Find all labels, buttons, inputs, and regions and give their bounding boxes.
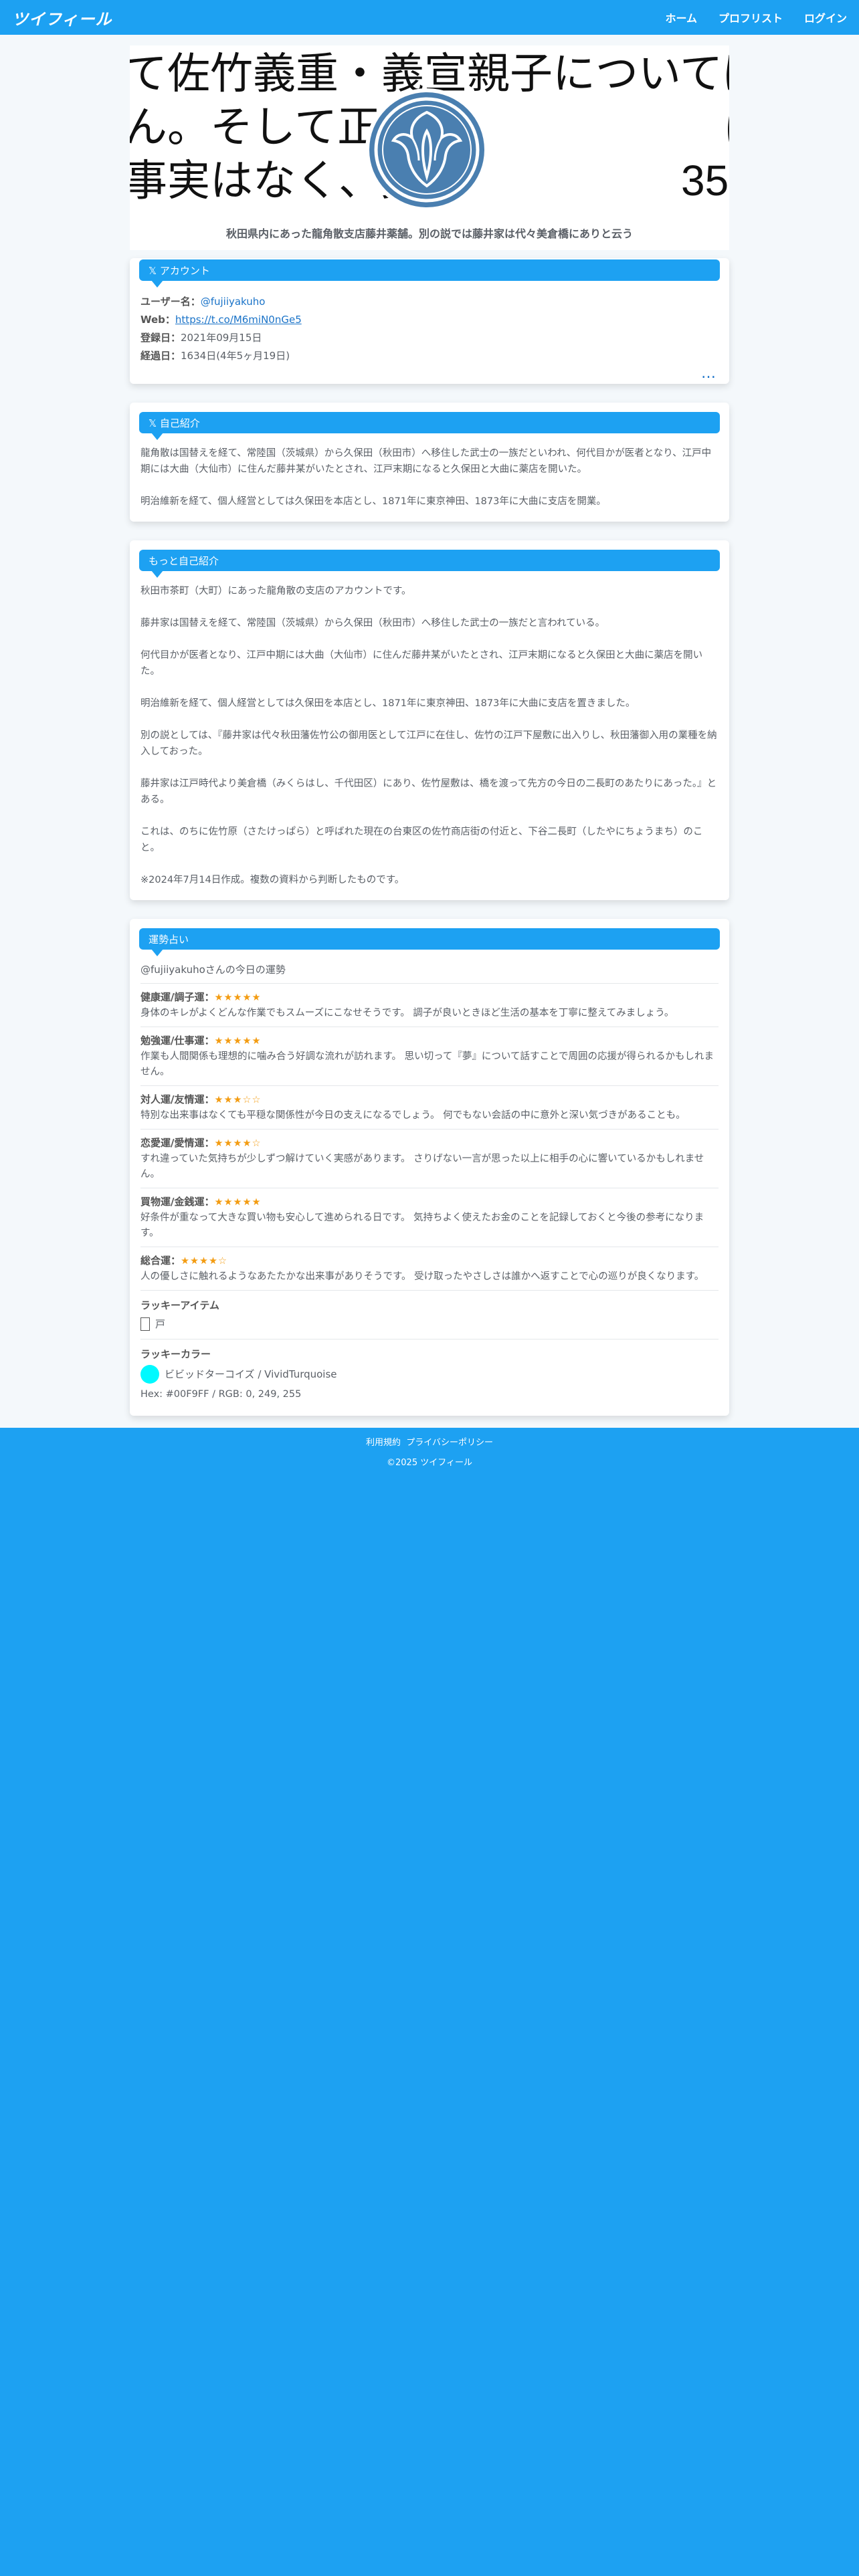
account-row-registered: 登録日：2021年09月15日	[140, 329, 719, 347]
fortune-desc: すれ違っていた気持ちが少しずつ解けていく実感があります。 さりげない一言が思った…	[140, 1154, 704, 1180]
lucky-color-name: ビビッドターコイズ / VividTurquoise	[165, 1368, 337, 1380]
nav-login-label: ログイン	[803, 12, 847, 25]
fortune-love: 恋愛運/愛情運：★★★★☆ すれ違っていた気持ちが少しずつ解けていく実感がありま…	[140, 1130, 719, 1188]
account-section-header: 𝕏 アカウント	[139, 259, 720, 288]
lucky-item-row: 戸	[140, 1316, 719, 1332]
fortune-label: 恋愛運/愛情運：	[140, 1137, 215, 1149]
fortune-desc: 作業も人間関係も理想的に噛み合う好調な流れが訪れます。 思い切って『夢』について…	[140, 1051, 714, 1077]
more-intro-paragraph: 何代目かが医者となり、江戸中期には大曲（大仙市）に住んだ藤井某がいたとされ、江戸…	[140, 650, 703, 677]
profile-banner: て佐竹義重・義宣親子については行ってませ ん。そして正亭治 に、龍角散とついた …	[130, 45, 729, 213]
username-link[interactable]: @fujiiyakuho	[201, 296, 266, 308]
fortune-desc: 身体のキレがよくどんな作業でもスムーズにこなせそうです。 調子が良いときほど生活…	[140, 1008, 674, 1018]
intro-paragraph: 龍角散は国替えを経て、常陸国（茨城県）から久保田（秋田市）へ移住した武士の一族だ…	[140, 448, 712, 475]
nav-home-label: ホーム	[665, 12, 697, 25]
intro-body: 龍角散は国替えを経て、常陸国（茨城県）から久保田（秋田市）へ移住した武士の一族だ…	[130, 433, 729, 512]
web-key: Web：	[140, 314, 175, 326]
elapsed-key: 経過日：	[140, 350, 181, 362]
fortune-card: 運勢占い @fujiiyakuhoさんの今日の運勢 健康運/調子運：★★★★★ …	[130, 919, 729, 1416]
brand-logo[interactable]: ツイフィール	[12, 6, 112, 29]
account-card: 𝕏 アカウント ユーザー名：@fujiiyakuho Web：https://t…	[130, 258, 729, 384]
registered-key: 登録日：	[140, 332, 181, 344]
profile-subtitle: 秋田県内にあった龍角散支店藤井薬舗。別の説では藤井家は代々美倉橋にありと云う	[225, 227, 633, 240]
lucky-item-value: 戸	[155, 1318, 166, 1330]
registered-value: 2021年09月15日	[181, 332, 262, 344]
more-intro-paragraph: 藤井家は江戸時代より美倉橋（みくらはし、千代田区）にあり、佐竹屋敷は、橋を渡って…	[140, 778, 717, 805]
fortune-desc: 人の優しさに触れるようなあたたかな出来事がありそうです。 受け取ったやさしさは誰…	[140, 1271, 704, 1282]
family-crest-icon	[369, 92, 484, 207]
fortune-label: 勉強運/仕事運：	[140, 1035, 215, 1047]
account-row-web: Web：https://t.co/M6miN0nGe5	[140, 311, 719, 329]
fortune-social: 対人運/友情運：★★★☆☆ 特別な出来事はなくても平穏な関係性が今日の支えになる…	[140, 1086, 719, 1130]
fortune-user-line: @fujiiyakuhoさんの今日の運勢	[140, 962, 719, 984]
fortune-section-header: 運勢占い	[139, 928, 720, 956]
avatar[interactable]	[365, 88, 488, 211]
main-container: て佐竹義重・義宣親子については行ってませ ん。そして正亭治 に、龍角散とついた …	[130, 45, 729, 1416]
lucky-item-block: ラッキーアイテム 戸	[140, 1291, 719, 1339]
page-top: ツイフィール ホーム プロフリスト ログイン て佐竹義重・義宣親子については行っ…	[0, 0, 859, 1428]
intro-card: 𝕏 自己紹介 龍角散は国替えを経て、常陸国（茨城県）から久保田（秋田市）へ移住し…	[130, 403, 729, 522]
fortune-label: 対人運/友情運：	[140, 1093, 215, 1105]
more-intro-paragraph: 藤井家は国替えを経て、常陸国（茨城県）から久保田（秋田市）へ移住した武士の一族だ…	[140, 618, 605, 629]
web-link[interactable]: https://t.co/M6miN0nGe5	[175, 314, 302, 326]
lucky-color-block: ラッキーカラー ビビッドターコイズ / VividTurquoise Hex: …	[140, 1339, 719, 1404]
more-intro-card: もっと自己紹介 秋田市茶町（大町）にあった龍角散の支店のアカウントです。 藤井家…	[130, 540, 729, 900]
more-intro-section-header: もっと自己紹介	[139, 550, 720, 578]
color-swatch	[140, 1365, 159, 1384]
star-rating: ★★★★★	[214, 1036, 262, 1047]
star-rating: ★★★★☆	[181, 1256, 228, 1267]
fortune-label: 買物運/金銭運：	[140, 1196, 215, 1208]
nav-home-link[interactable]: ホーム	[662, 9, 697, 25]
fortune-label: 総合運：	[140, 1255, 181, 1267]
lucky-item-heading: ラッキーアイテム	[140, 1297, 719, 1313]
fortune-title: 運勢占い	[149, 933, 189, 946]
nav-links: ホーム プロフリスト ログイン	[662, 9, 847, 25]
fortune-study: 勉強運/仕事運：★★★★★ 作業も人間関係も理想的に噛み合う好調な流れが訪れます…	[140, 1027, 719, 1086]
privacy-link[interactable]: プライバシーポリシー	[406, 1438, 493, 1448]
fortune-money: 買物運/金銭運：★★★★★ 好条件が重なって大きな買い物も安心して進められる日で…	[140, 1188, 719, 1247]
account-body: ユーザー名：@fujiiyakuho Web：https://t.co/M6mi…	[130, 281, 729, 368]
fortune-label: 健康運/調子運：	[140, 991, 215, 1003]
lucky-color-label: ラッキーカラー	[140, 1348, 211, 1360]
fortune-desc: 特別な出来事はなくても平穏な関係性が今日の支えになるでしょう。 何でもない会話の…	[140, 1110, 686, 1121]
lucky-color-hex: Hex: #00F9FF / RGB: 0, 249, 255	[140, 1389, 302, 1400]
intro-paragraph: 明治維新を経て、個人経営としては久保田を本店とし、1871年に東京神田、1873…	[140, 496, 606, 507]
lucky-item-label: ラッキーアイテム	[140, 1299, 219, 1311]
username-key: ユーザー名：	[140, 296, 201, 308]
more-intro-body: 秋田市茶町（大町）にあった龍角散の支店のアカウントです。 藤井家は国替えを経て、…	[130, 571, 729, 891]
nav-proflist-link[interactable]: プロフリスト	[716, 9, 783, 25]
star-rating: ★★★★☆	[214, 1138, 262, 1149]
nav-login-link[interactable]: ログイン	[801, 9, 847, 25]
footer-links: 利用規約 プライバシーポリシー	[0, 1433, 859, 1453]
more-intro-paragraph: ※2024年7月14日作成。複数の資料から判断したものです。	[140, 875, 405, 885]
more-options-icon[interactable]: …	[130, 366, 729, 384]
terms-link[interactable]: 利用規約	[366, 1438, 401, 1448]
lucky-color-row: ビビッドターコイズ / VividTurquoise	[140, 1365, 719, 1384]
more-intro-paragraph: 別の説としては、『藤井家は代々秋田藩佐竹公の御用医として江戸に在住し、佐竹の江戸…	[140, 730, 717, 757]
fortune-overall: 総合運：★★★★☆ 人の優しさに触れるようなあたたかな出来事がありそうです。 受…	[140, 1247, 719, 1291]
fortune-body: @fujiiyakuhoさんの今日の運勢 健康運/調子運：★★★★★ 身体のキレ…	[130, 950, 729, 1406]
footer: 利用規約 プライバシーポリシー ©2025 ツイフィール	[0, 1428, 859, 1473]
copyright: ©2025 ツイフィール	[387, 1458, 472, 1468]
fortune-health: 健康運/調子運：★★★★★ 身体のキレがよくどんな作業でもスムーズにこなせそうで…	[140, 984, 719, 1027]
account-row-username: ユーザー名：@fujiiyakuho	[140, 293, 719, 311]
more-intro-paragraph: 明治維新を経て、個人経営としては久保田を本店とし、1871年に東京神田、1873…	[140, 698, 636, 709]
more-intro-paragraph: 秋田市茶町（大町）にあった龍角散の支店のアカウントです。	[140, 586, 411, 597]
star-rating: ★★★★★	[214, 1197, 262, 1208]
star-rating: ★★★★★	[214, 992, 262, 1003]
more-intro-paragraph: これは、のちに佐竹原（さたけっぱら）と呼ばれた現在の台東区の佐竹商店街の付近と、…	[140, 827, 703, 853]
navbar: ツイフィール ホーム プロフリスト ログイン	[0, 0, 859, 35]
profile-header: て佐竹義重・義宣親子については行ってませ ん。そして正亭治 に、龍角散とついた …	[130, 45, 729, 250]
door-icon	[140, 1317, 150, 1331]
star-rating: ★★★☆☆	[214, 1095, 262, 1105]
fortune-desc: 好条件が重なって大きな買い物も安心して進められる日です。 気持ちよく使えたお金の…	[140, 1212, 704, 1239]
lucky-color-heading: ラッキーカラー	[140, 1346, 719, 1362]
elapsed-value: 1634日(4年5ヶ月19日)	[181, 350, 290, 362]
intro-section-header: 𝕏 自己紹介	[139, 412, 720, 440]
account-row-elapsed: 経過日：1634日(4年5ヶ月19日)	[140, 347, 719, 365]
nav-proflist-label: プロフリスト	[718, 12, 783, 25]
